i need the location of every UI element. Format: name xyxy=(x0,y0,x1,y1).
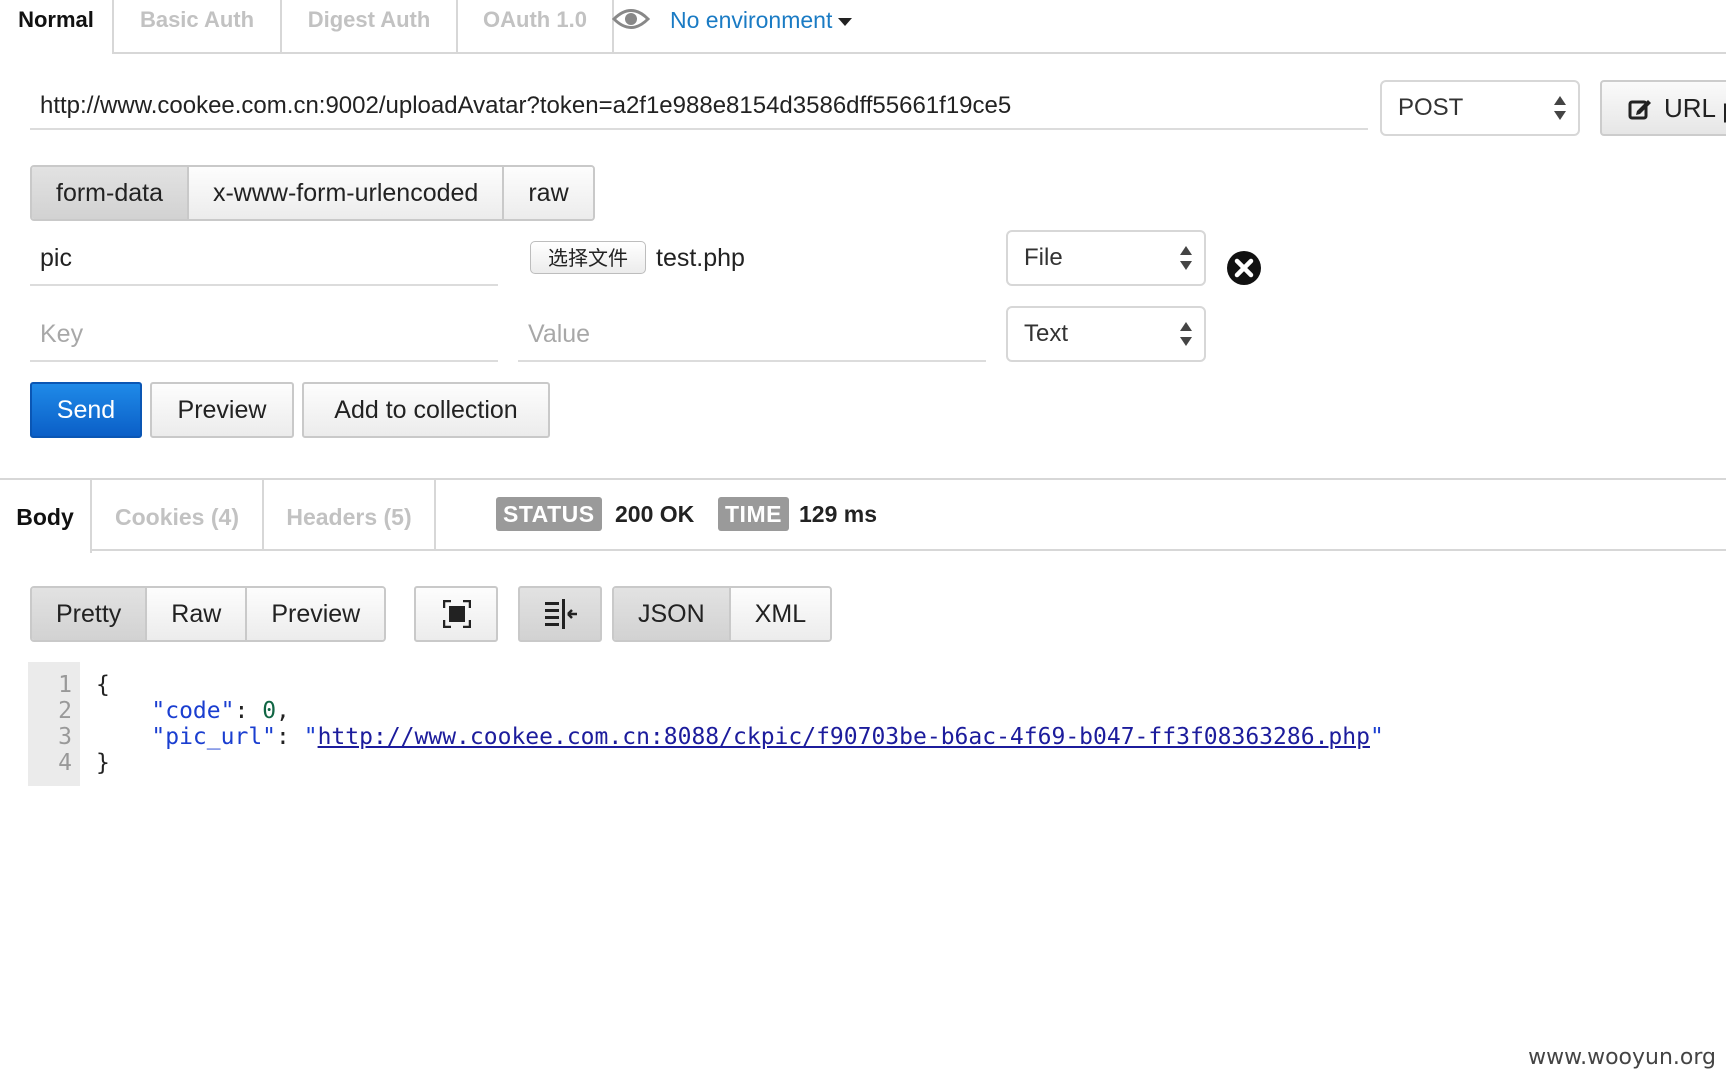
environment-label: No environment xyxy=(670,7,833,33)
mode-form-data[interactable]: form-data xyxy=(32,167,189,219)
url-params-button[interactable]: URL p xyxy=(1600,80,1726,136)
environment-select[interactable]: No environment xyxy=(670,4,853,36)
code-line: "pic_url": "http://www.cookee.com.cn:808… xyxy=(151,724,1384,750)
json-key: "pic_url" xyxy=(151,724,277,750)
json-number: 0 xyxy=(262,698,277,724)
edit-icon xyxy=(1628,100,1651,120)
line-number-gutter: 1 2 3 4 xyxy=(28,662,80,786)
add-to-collection-button[interactable]: Add to collection xyxy=(302,382,550,438)
tab-headers[interactable]: Headers (5) xyxy=(264,480,436,551)
json-key: "code" xyxy=(151,698,235,724)
code-line: } xyxy=(96,750,110,776)
field-type-value: File xyxy=(1024,244,1063,271)
url-params-label: URL p xyxy=(1664,93,1726,123)
pic-url-link[interactable]: http://www.cookee.com.cn:8088/ckpic/f907… xyxy=(318,724,1370,750)
send-button[interactable]: Send xyxy=(30,382,142,438)
format-group: JSON XML xyxy=(612,586,833,642)
tab-oauth[interactable]: OAuth 1.0 xyxy=(458,0,614,52)
tab-cookies[interactable]: Cookies (4) xyxy=(92,480,264,551)
json-brace: } xyxy=(96,750,110,776)
preview-button[interactable]: Preview xyxy=(150,382,294,438)
method-select[interactable]: POST xyxy=(1380,80,1580,136)
tab-basic-auth[interactable]: Basic Auth xyxy=(114,0,282,52)
tab-body[interactable]: Body xyxy=(0,480,92,553)
status-value: 200 OK xyxy=(615,501,695,527)
view-preview[interactable]: Preview xyxy=(247,588,385,640)
value-input[interactable]: Value xyxy=(518,306,986,362)
time-badge: TIME xyxy=(718,497,789,531)
fullscreen-icon xyxy=(443,600,471,628)
field-type-select[interactable]: Text xyxy=(1006,306,1206,362)
fullscreen-button[interactable] xyxy=(414,586,498,642)
line-number: 4 xyxy=(58,750,72,776)
field-type-select[interactable]: File xyxy=(1006,230,1206,286)
mode-raw[interactable]: raw xyxy=(504,167,593,219)
tab-normal[interactable]: Normal xyxy=(0,0,114,54)
wrap-lines-button[interactable] xyxy=(518,586,602,642)
body-mode-group: form-data x-www-form-urlencoded raw xyxy=(30,165,595,221)
field-type-value: Text xyxy=(1024,320,1069,347)
watermark: www.wooyun.org xyxy=(1528,1045,1716,1070)
format-xml[interactable]: XML xyxy=(730,588,831,640)
key-input[interactable]: Key xyxy=(30,306,498,362)
code-line: { xyxy=(96,672,110,698)
selected-file-name: test.php xyxy=(656,244,745,272)
updown-arrows-icon xyxy=(1554,96,1566,120)
line-number: 2 xyxy=(58,698,72,724)
auth-tab-bar: Normal Basic Auth Digest Auth OAuth 1.0 xyxy=(0,0,1726,54)
eye-icon[interactable] xyxy=(612,6,650,32)
code-line: "code": 0, xyxy=(151,698,290,724)
updown-arrows-icon xyxy=(1180,246,1192,270)
chevron-down-icon xyxy=(838,17,853,26)
line-number: 1 xyxy=(58,672,72,698)
view-raw[interactable]: Raw xyxy=(147,588,248,640)
form-key-input[interactable]: pic xyxy=(30,230,498,286)
view-mode-group: Pretty Raw Preview xyxy=(30,586,387,642)
choose-file-button[interactable]: 选择文件 xyxy=(530,241,646,274)
json-brace: { xyxy=(96,672,110,698)
remove-row-icon[interactable] xyxy=(1226,250,1262,286)
line-number: 3 xyxy=(58,724,72,750)
tab-digest-auth[interactable]: Digest Auth xyxy=(282,0,458,52)
wrap-lines-icon xyxy=(545,599,577,629)
url-input[interactable] xyxy=(30,84,1368,130)
view-pretty[interactable]: Pretty xyxy=(32,588,148,640)
status-badge: STATUS xyxy=(496,497,602,531)
time-value: 129 ms xyxy=(799,501,878,527)
method-value: POST xyxy=(1398,94,1464,121)
updown-arrows-icon xyxy=(1180,322,1192,346)
format-json[interactable]: JSON xyxy=(614,588,731,640)
mode-urlencoded[interactable]: x-www-form-urlencoded xyxy=(188,167,505,219)
